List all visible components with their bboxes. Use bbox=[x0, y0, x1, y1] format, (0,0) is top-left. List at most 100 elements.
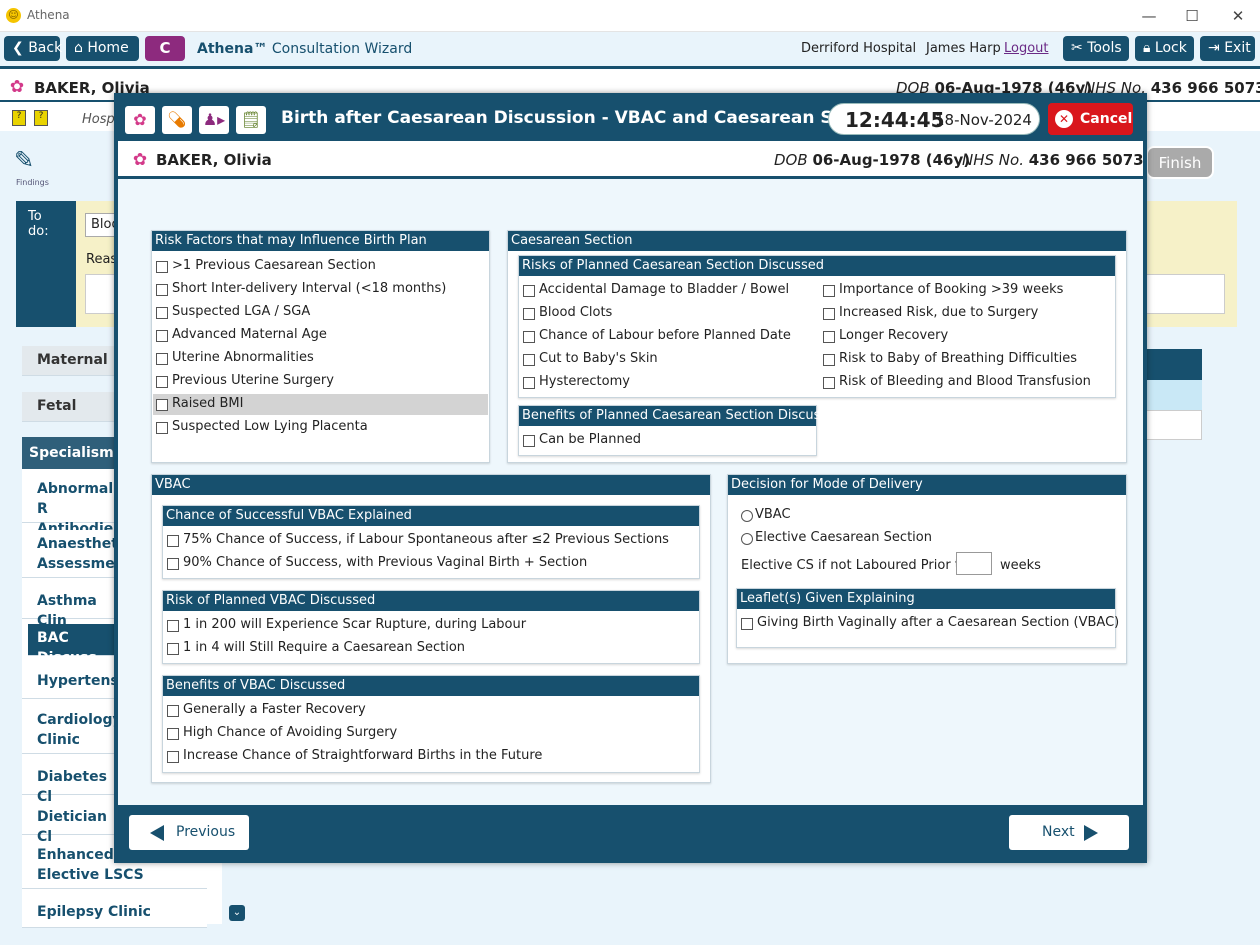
checkbox[interactable] bbox=[167, 751, 179, 763]
checkbox[interactable] bbox=[167, 558, 179, 570]
logout-link[interactable]: Logout bbox=[1004, 41, 1049, 56]
scroll-down-icon[interactable]: ⌄ bbox=[229, 905, 245, 921]
checkbox[interactable] bbox=[523, 308, 535, 320]
checkbox-label: 75% Chance of Success, if Labour Spontan… bbox=[183, 532, 669, 547]
notes-icon[interactable]: 🗒︎ bbox=[236, 106, 266, 134]
checkbox[interactable] bbox=[823, 308, 835, 320]
tools-icon: ✂ bbox=[1071, 40, 1088, 56]
cancel-button[interactable]: ✕ Cancel bbox=[1048, 103, 1133, 135]
exit-button[interactable]: ⇥ Exit bbox=[1200, 36, 1255, 61]
checkbox[interactable] bbox=[523, 435, 535, 447]
checkbox[interactable] bbox=[523, 377, 535, 389]
checkbox[interactable] bbox=[523, 354, 535, 366]
dialog-patient-banner: ✿ BAKER, Olivia DOB 06-Aug-1978 (46y) NH… bbox=[118, 141, 1144, 179]
checkbox-label: Advanced Maternal Age bbox=[172, 327, 327, 342]
flower-icon: ✿ bbox=[9, 77, 25, 97]
vbac-panel: VBAC Chance of Successful VBAC Explained… bbox=[151, 474, 711, 783]
finish-button[interactable]: Finish bbox=[1146, 146, 1214, 179]
checkbox[interactable] bbox=[167, 643, 179, 655]
checkbox[interactable] bbox=[156, 284, 168, 296]
back-button[interactable]: ❮ Back bbox=[4, 36, 63, 61]
close-window-button[interactable]: ✕ bbox=[1225, 6, 1251, 26]
lock-button[interactable]: 🔒︎ Lock bbox=[1135, 36, 1194, 61]
checkbox-label: Increase Chance of Straightforward Birth… bbox=[183, 748, 543, 763]
close-icon: ✕ bbox=[1055, 110, 1073, 128]
checkbox[interactable] bbox=[823, 331, 835, 343]
cs-risks-panel: Risks of Planned Caesarean Section Discu… bbox=[518, 255, 1116, 398]
specialism-item[interactable]: Abnormal R Antibodies bbox=[22, 475, 122, 537]
hospital-name: Derriford Hospital bbox=[801, 41, 917, 56]
checkbox[interactable] bbox=[523, 331, 535, 343]
medication-icon[interactable]: 💊︎ bbox=[162, 106, 192, 134]
question-icon[interactable]: ? bbox=[34, 110, 48, 126]
checkbox[interactable] bbox=[823, 377, 835, 389]
reason-label: Reas bbox=[86, 252, 118, 267]
checkbox-label: Longer Recovery bbox=[839, 328, 949, 343]
tab-fetal[interactable]: Fetal bbox=[22, 392, 122, 422]
maximize-button[interactable]: ☐ bbox=[1179, 6, 1205, 26]
checkbox[interactable] bbox=[523, 285, 535, 297]
tab-maternal[interactable]: Maternal bbox=[22, 346, 122, 376]
app-toolbar: ❮ Back ⌂ Home C Athena™ Consultation Wiz… bbox=[0, 32, 1260, 66]
checkbox[interactable] bbox=[156, 330, 168, 342]
checkbox[interactable] bbox=[741, 618, 753, 630]
home-button[interactable]: ⌂ Home bbox=[66, 36, 139, 61]
checkbox[interactable] bbox=[156, 376, 168, 388]
hospital-partial: Hosp bbox=[82, 112, 115, 127]
user-name: James Harp bbox=[926, 41, 1001, 56]
vbac-radio[interactable] bbox=[741, 510, 753, 522]
help-icon[interactable]: ? bbox=[12, 110, 26, 126]
window-titlebar: ☺ Athena — ☐ ✕ bbox=[0, 0, 1260, 32]
back-label: Back bbox=[28, 40, 63, 56]
dialog-footer: Previous Next bbox=[118, 805, 1143, 859]
tools-button[interactable]: ✂ Tools bbox=[1063, 36, 1129, 61]
specialism-item[interactable]: Hypertensio bbox=[22, 667, 133, 699]
next-button[interactable]: Next bbox=[1009, 815, 1129, 850]
checkbox[interactable] bbox=[823, 285, 835, 297]
checkbox-label: Risk to Baby of Breathing Difficulties bbox=[839, 351, 1078, 366]
exit-icon: ⇥ bbox=[1208, 40, 1225, 56]
person-play-icon[interactable]: ♟▸ bbox=[199, 106, 229, 134]
lock-label: Lock bbox=[1154, 40, 1187, 56]
specialism-item[interactable]: Diabetes Cl bbox=[22, 763, 122, 805]
checkbox-label: Blood Clots bbox=[539, 305, 613, 320]
specialism-item[interactable]: Cardiology Clinic bbox=[22, 706, 122, 754]
findings-icon[interactable]: ✎ bbox=[14, 146, 54, 178]
checkbox-label: Can be Planned bbox=[539, 432, 641, 447]
checkbox[interactable] bbox=[156, 422, 168, 434]
checkbox-label: Accidental Damage to Bladder / Bowel bbox=[539, 282, 790, 297]
chevron-left-icon: ❮ bbox=[12, 40, 29, 56]
specialism-item[interactable]: Anaesthetic Assessment bbox=[22, 530, 131, 578]
specialism-item[interactable]: Asthma Clin bbox=[22, 587, 122, 629]
specialism-label: Specialism bbox=[22, 437, 122, 469]
c-button[interactable]: C bbox=[145, 36, 185, 61]
checkbox[interactable] bbox=[156, 353, 168, 365]
checkbox[interactable] bbox=[167, 728, 179, 740]
decision-panel: Decision for Mode of Delivery VBAC Elect… bbox=[727, 474, 1127, 664]
vbac-risk-panel: Risk of Planned VBAC Discussed 1 in 200 … bbox=[162, 590, 700, 664]
checkbox[interactable] bbox=[167, 535, 179, 547]
checkbox[interactable] bbox=[167, 620, 179, 632]
checkbox-label: 1 in 200 will Experience Scar Rupture, d… bbox=[183, 617, 527, 632]
weeks-input[interactable] bbox=[956, 552, 992, 575]
checkbox[interactable] bbox=[156, 399, 168, 411]
time-value: 12:44:45 bbox=[845, 108, 945, 132]
checkbox[interactable] bbox=[823, 354, 835, 366]
previous-button[interactable]: Previous bbox=[129, 815, 249, 850]
specialism-item[interactable]: Dietician Cl bbox=[22, 803, 122, 845]
elective-cs-weeks-label: Elective CS if not Laboured Prior to bbox=[741, 558, 968, 573]
checkbox[interactable] bbox=[167, 705, 179, 717]
elective-cs-radio-label: Elective Caesarean Section bbox=[755, 530, 932, 545]
checkbox[interactable] bbox=[156, 307, 168, 319]
specialism-item-selected[interactable]: BAC Discuss bbox=[28, 624, 122, 666]
flower-icon[interactable]: ✿ bbox=[125, 106, 155, 134]
specialism-item[interactable]: Epilepsy Clinic bbox=[22, 898, 207, 928]
cs-risks-heading: Risks of Planned Caesarean Section Discu… bbox=[519, 256, 1115, 276]
checkbox[interactable] bbox=[156, 261, 168, 273]
minimize-button[interactable]: — bbox=[1136, 6, 1162, 26]
elective-cs-radio[interactable] bbox=[741, 533, 753, 545]
lock-icon: 🔒︎ bbox=[1143, 40, 1155, 56]
home-icon: ⌂ bbox=[74, 40, 88, 56]
datetime-display: 12:44:45 18-Nov-2024 bbox=[828, 103, 1040, 135]
checkbox-label: Importance of Booking >39 weeks bbox=[839, 282, 1064, 297]
